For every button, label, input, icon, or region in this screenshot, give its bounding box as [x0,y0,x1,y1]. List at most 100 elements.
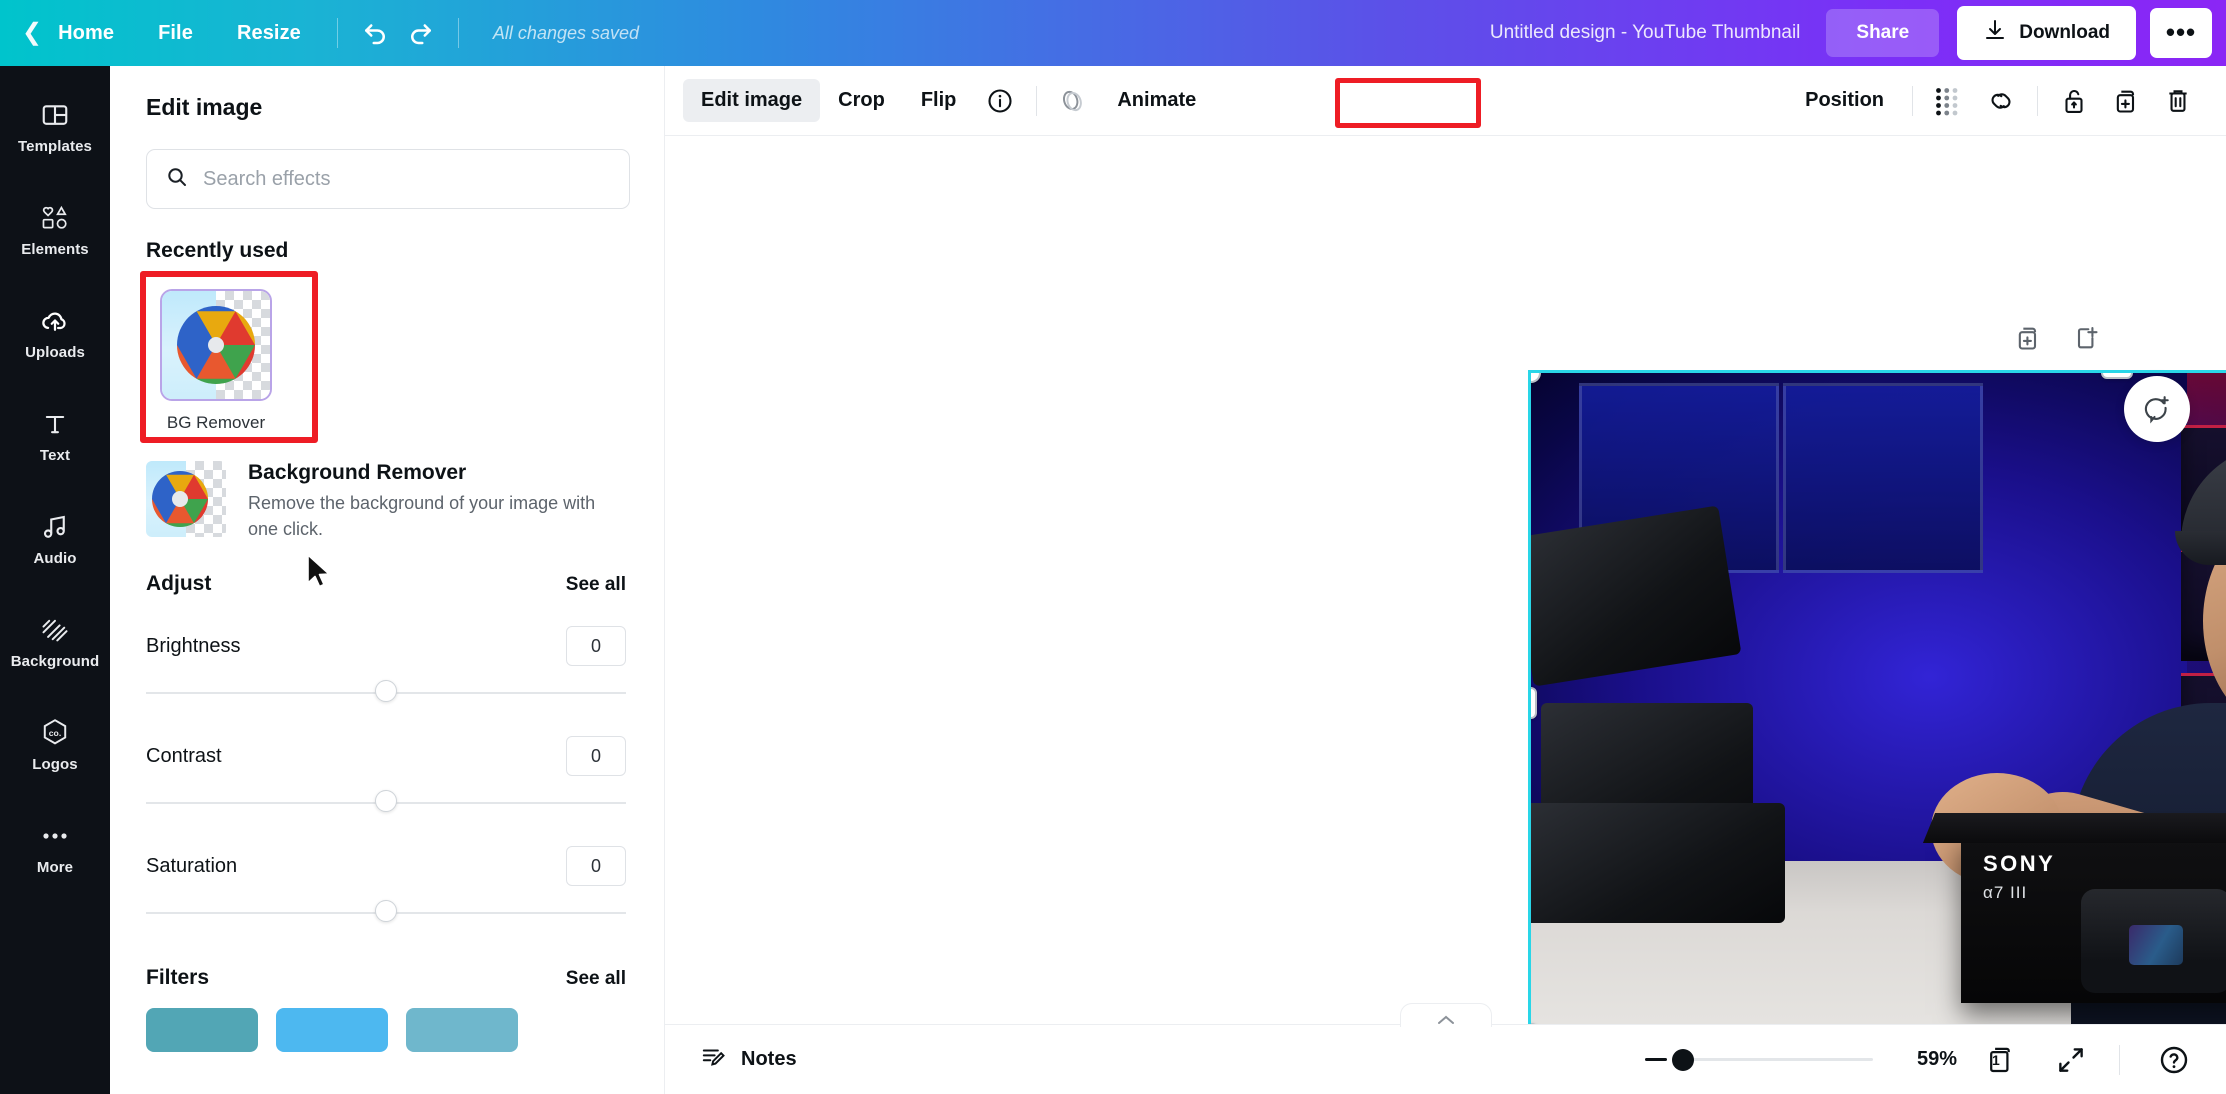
resize-handle-top[interactable] [2101,373,2133,379]
tab-flip[interactable]: Flip [903,79,975,122]
expand-icon[interactable] [2045,1036,2097,1084]
filter-swatch[interactable] [276,1008,388,1052]
sidebar-item-audio[interactable]: Audio [0,496,110,579]
redo-icon[interactable] [398,11,444,55]
more-options-button[interactable]: ••• [2150,8,2212,58]
minus-icon[interactable] [1645,1058,1667,1061]
share-button[interactable]: Share [1826,9,1939,57]
design-page-image[interactable]: SONY α7 III [1531,373,2226,1024]
photo-sony-box-top [1923,813,2226,843]
slider-value-contrast[interactable]: 0 [566,736,626,776]
adjust-see-all-link[interactable]: See all [566,574,626,596]
duplicate-icon[interactable] [2100,77,2152,125]
context-toolbar: Edit image Crop Flip Animate Po [665,66,2226,136]
unlock-icon[interactable] [2048,77,2100,125]
zoom-slider[interactable] [1683,1058,1873,1061]
slider-track-brightness[interactable] [146,680,626,706]
slider-track-contrast[interactable] [146,790,626,816]
beach-ball-transparency-icon [160,289,272,401]
toolbar-divider-3 [2037,86,2038,116]
sony-brand-text: SONY [1983,851,2226,877]
filter-swatch[interactable] [146,1008,258,1052]
home-button[interactable]: Home [52,14,136,53]
search-section [110,121,664,209]
slider-label-saturation: Saturation [146,855,237,878]
download-label: Download [2019,22,2110,44]
background-remover-text: Background Remover Remove the background… [248,461,628,542]
animate-icon[interactable] [1047,77,1099,125]
search-icon [165,165,189,194]
filters-header: Filters See all [110,926,664,990]
page-action-icons [2014,324,2100,357]
page-number: 1 [1992,1052,2000,1068]
audio-icon [40,510,70,544]
link-icon[interactable] [1975,77,2027,125]
sidebar-item-elements[interactable]: Elements [0,187,110,270]
background-remover-description: Remove the background of your image with… [248,491,628,542]
slider-knob-brightness[interactable] [375,680,397,702]
sidebar-item-uploads[interactable]: Uploads [0,290,110,373]
tab-edit-image[interactable]: Edit image [683,79,820,122]
duplicate-page-icon[interactable] [2014,324,2042,357]
resize-button[interactable]: Resize [215,14,323,53]
background-remover-row[interactable]: Background Remover Remove the background… [110,433,664,542]
sidebar-item-more[interactable]: More [0,805,110,888]
sidebar-label-audio: Audio [34,550,77,567]
sidebar-label-more: More [37,859,73,876]
slider-knob-contrast[interactable] [375,790,397,812]
canvas-stage: Edit image Crop Flip Animate Po [665,66,2226,1094]
mouse-cursor [306,553,334,593]
download-button[interactable]: Download [1957,6,2136,60]
sidebar-item-templates[interactable]: Templates [0,84,110,167]
toolbar-divider [1036,86,1037,116]
zoom-slider-knob[interactable] [1672,1049,1694,1071]
search-input[interactable] [203,168,611,191]
left-rail: Templates Elements [0,66,110,1094]
zoom-percent-label: 59% [1917,1048,1957,1071]
slider-label-brightness: Brightness [146,635,241,658]
sidebar-item-logos[interactable]: co. Logos [0,702,110,785]
back-chevron-icon[interactable]: ❮ [22,21,52,45]
background-icon [40,613,70,647]
undo-icon[interactable] [352,11,398,55]
filters-see-all-link[interactable]: See all [566,968,626,990]
recently-used-header: Recently used [110,209,664,263]
recently-used-list: BG Remover [110,263,664,433]
info-circle-icon[interactable] [974,77,1026,125]
photo-camera-illustration [2081,889,2226,993]
notes-button[interactable]: Notes [687,1036,809,1083]
resize-handle-left[interactable] [1531,687,1537,719]
search-effects-box[interactable] [146,149,630,209]
bg-remover-tile[interactable]: BG Remover [160,277,272,433]
tab-crop[interactable]: Crop [820,79,903,122]
design-title[interactable]: Untitled design - YouTube Thumbnail [1490,22,1801,44]
edit-image-panel: Edit image Recently used [110,66,665,1094]
animate-button[interactable]: Animate [1099,79,1214,122]
pages-icon[interactable]: 1 [1975,1036,2027,1084]
toolbar-divider-2 [458,18,459,48]
zoom-control [1645,1058,1873,1061]
canvas-area[interactable]: SONY α7 III [665,136,2226,1024]
download-icon [1983,18,2007,48]
sidebar-item-text[interactable]: Text [0,393,110,476]
collapse-panel-button[interactable] [1400,1003,1492,1027]
add-comment-button[interactable] [2124,376,2190,442]
help-circle-icon[interactable] [2148,1036,2200,1084]
slider-track-saturation[interactable] [146,900,626,926]
background-remover-title: Background Remover [248,461,628,485]
notes-icon [699,1044,727,1075]
logos-icon: co. [39,716,71,750]
top-app-bar: ❮ Home File Resize All changes saved Unt… [0,0,2226,66]
slider-value-brightness[interactable]: 0 [566,626,626,666]
trash-icon[interactable] [2152,77,2204,125]
save-status: All changes saved [493,23,639,44]
position-button[interactable]: Position [1787,79,1902,122]
slider-value-saturation[interactable]: 0 [566,846,626,886]
file-menu-button[interactable]: File [136,14,215,53]
slider-knob-saturation[interactable] [375,900,397,922]
transparency-grid-icon[interactable] [1923,77,1975,125]
add-page-icon[interactable] [2072,324,2100,357]
sidebar-item-background[interactable]: Background [0,599,110,682]
filter-swatch[interactable] [406,1008,518,1052]
toolbar-divider [337,18,338,48]
